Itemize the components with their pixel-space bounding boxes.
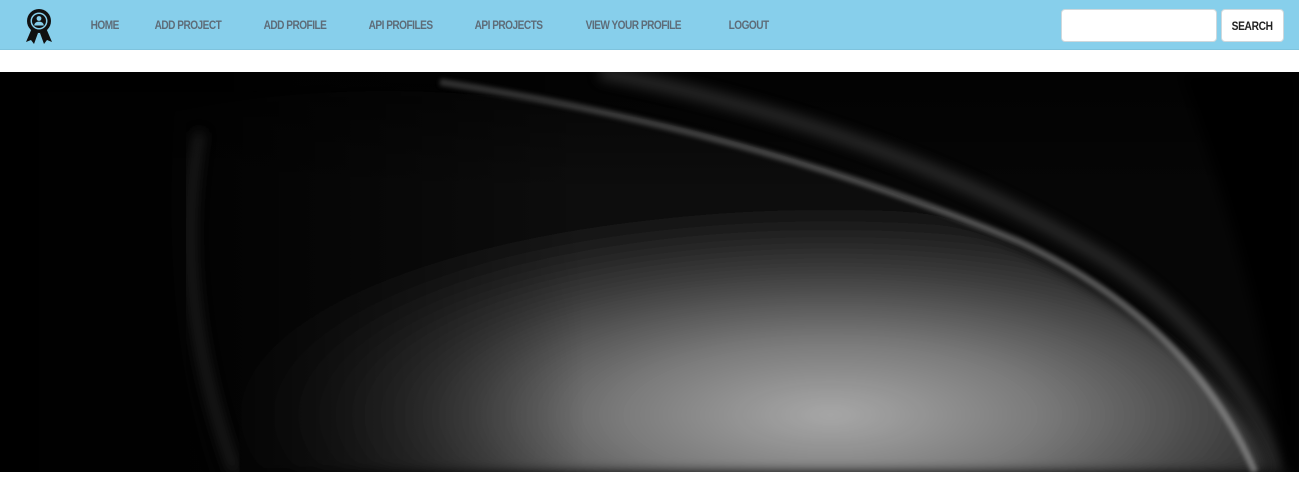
nav-menu: Home Add Project Add Profile API Profiles AP… (78, 0, 794, 50)
nav-link-logout[interactable]: Logout (716, 18, 781, 32)
nav-link-api-profiles[interactable]: API Profiles (356, 18, 445, 32)
nav-item: Add Profile (251, 18, 356, 32)
nav-item: Logout (716, 18, 794, 32)
award-ribbon-icon (26, 9, 52, 44)
nav-item: Add Project (142, 18, 251, 32)
search-button-label: Search (1231, 18, 1274, 33)
search-input[interactable] (1061, 9, 1217, 42)
nav-link-add-profile[interactable]: Add Profile (251, 18, 339, 32)
nav-link-api-projects[interactable]: API Projects (462, 18, 555, 32)
nav-item: View Your Profile (573, 18, 717, 32)
nav-link-view-your-profile[interactable]: View Your Profile (573, 18, 694, 32)
nav-link-add-project[interactable]: Add Project (142, 18, 234, 32)
nav-item: API Projects (462, 18, 573, 32)
nav-link-home[interactable]: Home (78, 18, 131, 32)
brand-logo[interactable] (22, 8, 56, 44)
search-button[interactable]: Search (1221, 9, 1284, 42)
navbar: Home Add Project Add Profile API Profiles AP… (0, 0, 1299, 50)
nav-item: Home (78, 18, 142, 32)
hero-background-image (0, 72, 1299, 472)
hero-banner (0, 72, 1299, 472)
nav-item: API Profiles (356, 18, 462, 32)
